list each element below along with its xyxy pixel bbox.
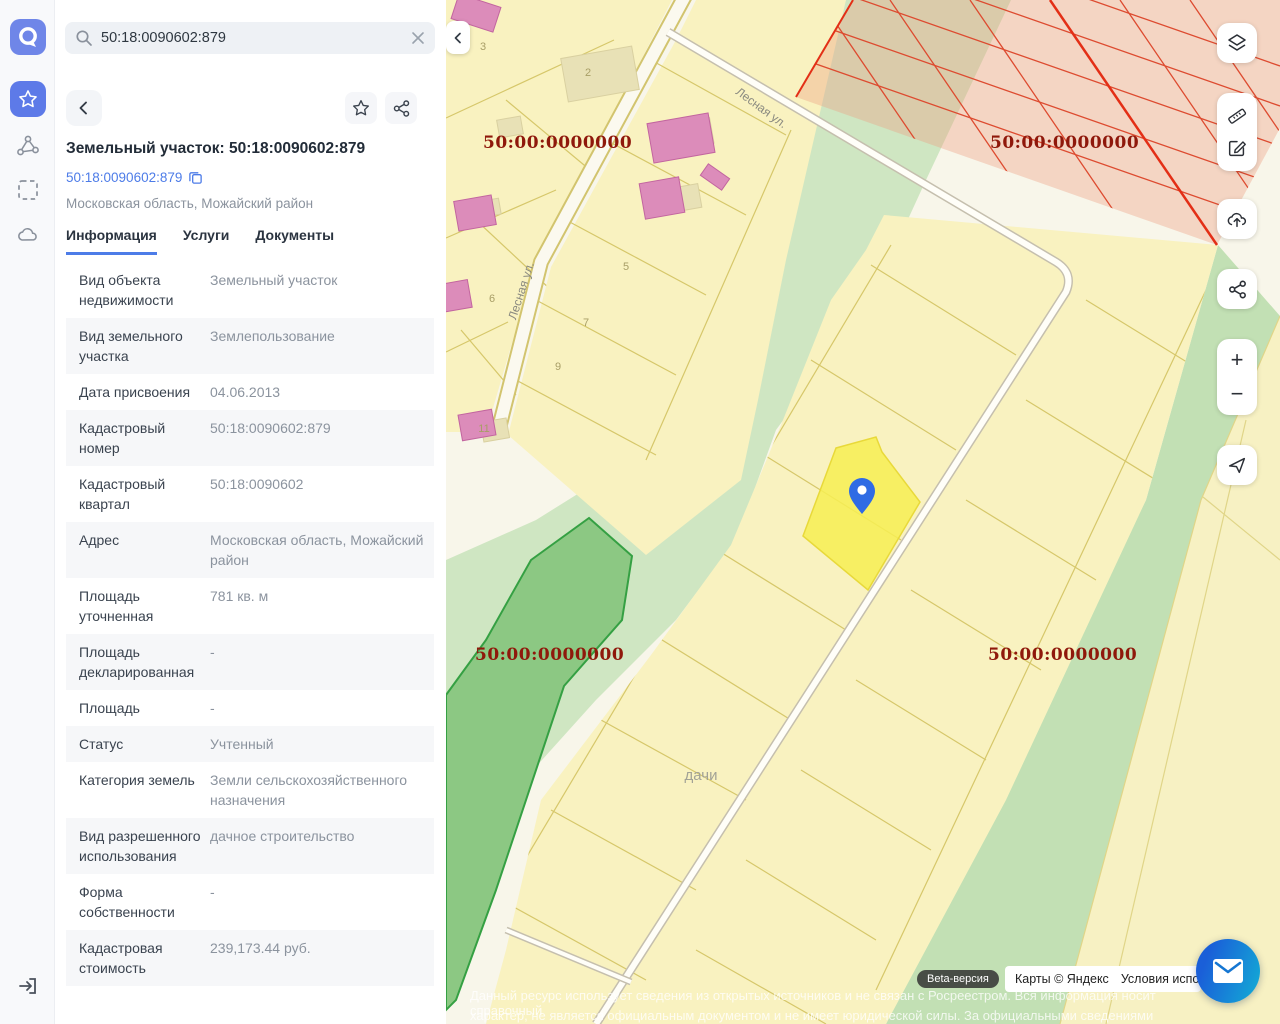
table-row: Форма собственности- — [66, 874, 434, 930]
table-row: Кадастровый номер50:18:0090602:879 — [66, 410, 434, 466]
share-object-button[interactable] — [385, 92, 417, 124]
draw-edit-icon[interactable] — [1226, 137, 1248, 159]
table-row: Дата присвоения04.06.2013 — [66, 374, 434, 410]
table-row: Вид объекта недвижимостиЗемельный участо… — [66, 262, 434, 318]
polygon-nodes-icon — [15, 133, 41, 159]
map-disclaimer-line2: характер, не является официальным докуме… — [470, 1008, 1190, 1024]
layers-button[interactable] — [1217, 23, 1257, 63]
tab-services[interactable]: Услуги — [183, 227, 230, 255]
navigation-arrow-icon — [1226, 454, 1248, 476]
zoom-out-button[interactable]: − — [1217, 377, 1257, 411]
quarter-label: 50:00:0000000 — [990, 133, 1139, 153]
ruler-icon[interactable] — [1226, 105, 1248, 127]
dashed-selection-icon — [16, 178, 40, 202]
left-rail — [0, 0, 55, 1024]
svg-text:7: 7 — [583, 317, 589, 329]
share-nodes-icon — [392, 99, 411, 118]
table-row: СтатусУчтенный — [66, 726, 434, 762]
svg-text:6: 6 — [489, 293, 495, 305]
cadastral-number-link[interactable]: 50:18:0090602:879 — [66, 170, 182, 185]
quarter-label: 50:00:0000000 — [475, 645, 624, 665]
tab-bar: Информация Услуги Документы — [66, 227, 334, 255]
clear-search-icon[interactable] — [411, 31, 425, 45]
zoom-in-button[interactable]: + — [1217, 343, 1257, 377]
favorites-rail-button[interactable] — [10, 81, 46, 117]
table-row: Вид разрешенного использованиядачное стр… — [66, 818, 434, 874]
map-area[interactable]: 50:00:0000000 50:00:0000000 50:00:000000… — [446, 0, 1280, 1024]
beta-badge: Beta-версия — [917, 970, 999, 988]
svg-text:11: 11 — [478, 423, 489, 435]
details-panel: Земельный участок: 50:18:0090602:879 50:… — [55, 0, 446, 1024]
terms-link[interactable]: Условия испол — [1121, 972, 1201, 986]
locate-me-button[interactable] — [1217, 445, 1257, 485]
quarter-label: 50:00:0000000 — [988, 645, 1137, 665]
exit-login-icon — [16, 974, 40, 998]
search-input[interactable] — [101, 30, 403, 46]
login-rail-button[interactable] — [10, 968, 46, 1004]
star-icon — [17, 88, 39, 110]
tab-information[interactable]: Информация — [66, 227, 157, 255]
table-row: Площадь декларированная- — [66, 634, 434, 690]
cloud-icon — [15, 222, 41, 248]
quarter-label: 50:00:0000000 — [483, 133, 632, 153]
search-bar — [65, 22, 435, 54]
search-icon — [75, 29, 93, 47]
objects-rail-button[interactable] — [10, 128, 46, 164]
yandex-copyright[interactable]: Карты © Яндекс — [1015, 972, 1109, 986]
table-row — [66, 986, 434, 1006]
chevron-left-icon — [76, 100, 92, 116]
table-row: Кадастровая стоимость239,173.44 руб. — [66, 930, 434, 986]
tab-documents[interactable]: Документы — [255, 227, 334, 255]
star-outline-icon — [351, 98, 371, 118]
favorite-object-button[interactable] — [345, 92, 377, 124]
object-title: Земельный участок: 50:18:0090602:879 — [66, 140, 436, 158]
svg-text:9: 9 — [555, 361, 561, 373]
share-nodes-icon — [1227, 279, 1248, 300]
logo-icon — [13, 22, 43, 52]
cloud-upload-icon — [1225, 207, 1249, 231]
cadastral-map-canvas[interactable]: 50:00:0000000 50:00:0000000 50:00:000000… — [446, 0, 1280, 1024]
app-logo[interactable] — [10, 19, 46, 55]
table-row: Площадь- — [66, 690, 434, 726]
select-area-rail-button[interactable] — [10, 172, 46, 208]
chat-button[interactable] — [1196, 939, 1260, 1003]
share-map-button[interactable] — [1217, 269, 1257, 309]
cloud-rail-button[interactable] — [10, 217, 46, 253]
layers-icon — [1225, 31, 1249, 55]
app-root: Земельный участок: 50:18:0090602:879 50:… — [0, 0, 1280, 1024]
area-label: дачи — [685, 767, 718, 784]
back-button[interactable] — [66, 90, 102, 126]
collapse-panel-button[interactable] — [446, 21, 470, 54]
svg-text:2: 2 — [585, 67, 591, 79]
upload-button[interactable] — [1217, 199, 1257, 239]
attributes-table: Вид объекта недвижимостиЗемельный участо… — [66, 262, 434, 1006]
svg-text:3: 3 — [480, 41, 486, 53]
table-row: Вид земельного участкаЗемлепользование — [66, 318, 434, 374]
table-row: Площадь уточненная781 кв. м — [66, 578, 434, 634]
object-header-toolbar — [66, 90, 435, 126]
map-attribution: Карты © Яндекс Условия испол — [1005, 966, 1201, 992]
zoom-control: + − — [1217, 339, 1257, 415]
table-row: АдресМосковская область, Можайский район — [66, 522, 434, 578]
object-location: Московская область, Можайский район — [66, 196, 313, 211]
copy-icon[interactable] — [188, 170, 203, 185]
chevron-left-icon — [452, 32, 464, 44]
svg-text:5: 5 — [623, 261, 629, 273]
table-row: Категория земельЗемли сельскохозяйственн… — [66, 762, 434, 818]
measure-tools-group — [1217, 93, 1257, 171]
envelope-icon — [1212, 958, 1244, 984]
table-row: Кадастровый квартал50:18:0090602 — [66, 466, 434, 522]
cadastral-number-row: 50:18:0090602:879 — [66, 170, 203, 185]
